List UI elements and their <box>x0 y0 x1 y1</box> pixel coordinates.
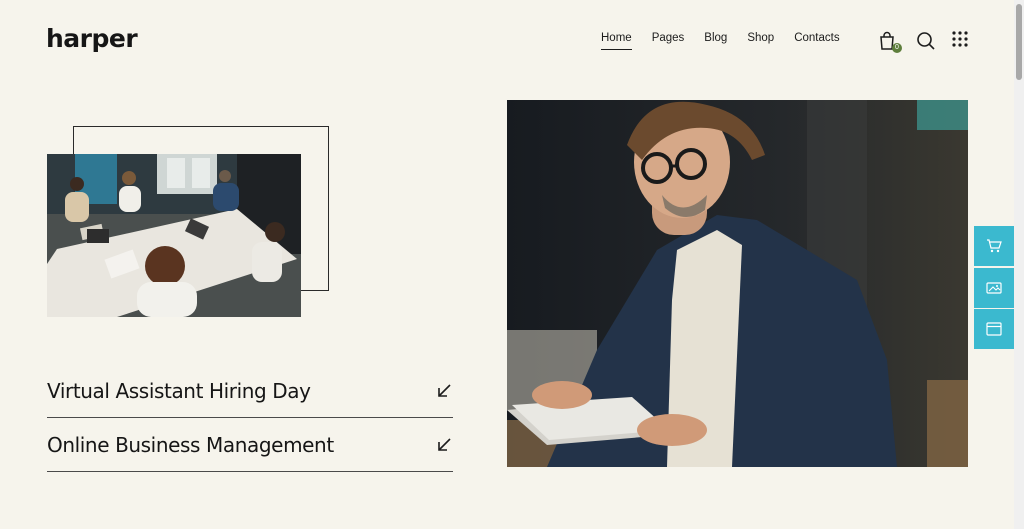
search-button[interactable] <box>916 31 936 51</box>
list-item[interactable]: Online Business Management <box>47 418 453 472</box>
scrollbar-thumb[interactable] <box>1016 4 1022 80</box>
site-logo[interactable]: harper <box>46 24 138 53</box>
cart-icon <box>987 239 1002 253</box>
nav-blog[interactable]: Blog <box>704 32 727 49</box>
side-cart-button[interactable] <box>974 226 1014 266</box>
side-demos-button[interactable] <box>974 267 1014 308</box>
nav-contacts[interactable]: Contacts <box>794 32 839 49</box>
side-window-button[interactable] <box>974 309 1014 349</box>
man-with-tablet-photo <box>507 100 968 467</box>
arrow-down-left-icon[interactable] <box>437 383 451 398</box>
nav-home[interactable]: Home <box>601 32 632 50</box>
arrow-down-left-icon[interactable] <box>437 437 451 452</box>
nav-shop[interactable]: Shop <box>747 32 774 49</box>
page-scrollbar[interactable] <box>1014 0 1024 529</box>
main-nav: Home Pages Blog Shop Contacts <box>601 32 860 50</box>
nav-pages[interactable]: Pages <box>652 32 685 49</box>
browser-window-icon <box>986 322 1002 336</box>
list-item-title[interactable]: Online Business Management <box>47 433 334 457</box>
cart-count-badge: 0 <box>892 43 902 53</box>
list-item[interactable]: Virtual Assistant Hiring Day <box>47 364 453 418</box>
list-item-title[interactable]: Virtual Assistant Hiring Day <box>47 379 311 403</box>
team-meeting-photo <box>47 154 301 317</box>
search-icon <box>917 32 935 50</box>
header-icons: 0 <box>878 31 972 53</box>
image-gallery-icon <box>986 281 1002 294</box>
event-list: Virtual Assistant Hiring Day Online Busi… <box>47 364 453 472</box>
side-toolbar <box>974 226 1014 351</box>
menu-grid-button[interactable] <box>952 31 972 51</box>
grid-menu-icon <box>952 31 968 47</box>
cart-button[interactable]: 0 <box>878 31 902 53</box>
